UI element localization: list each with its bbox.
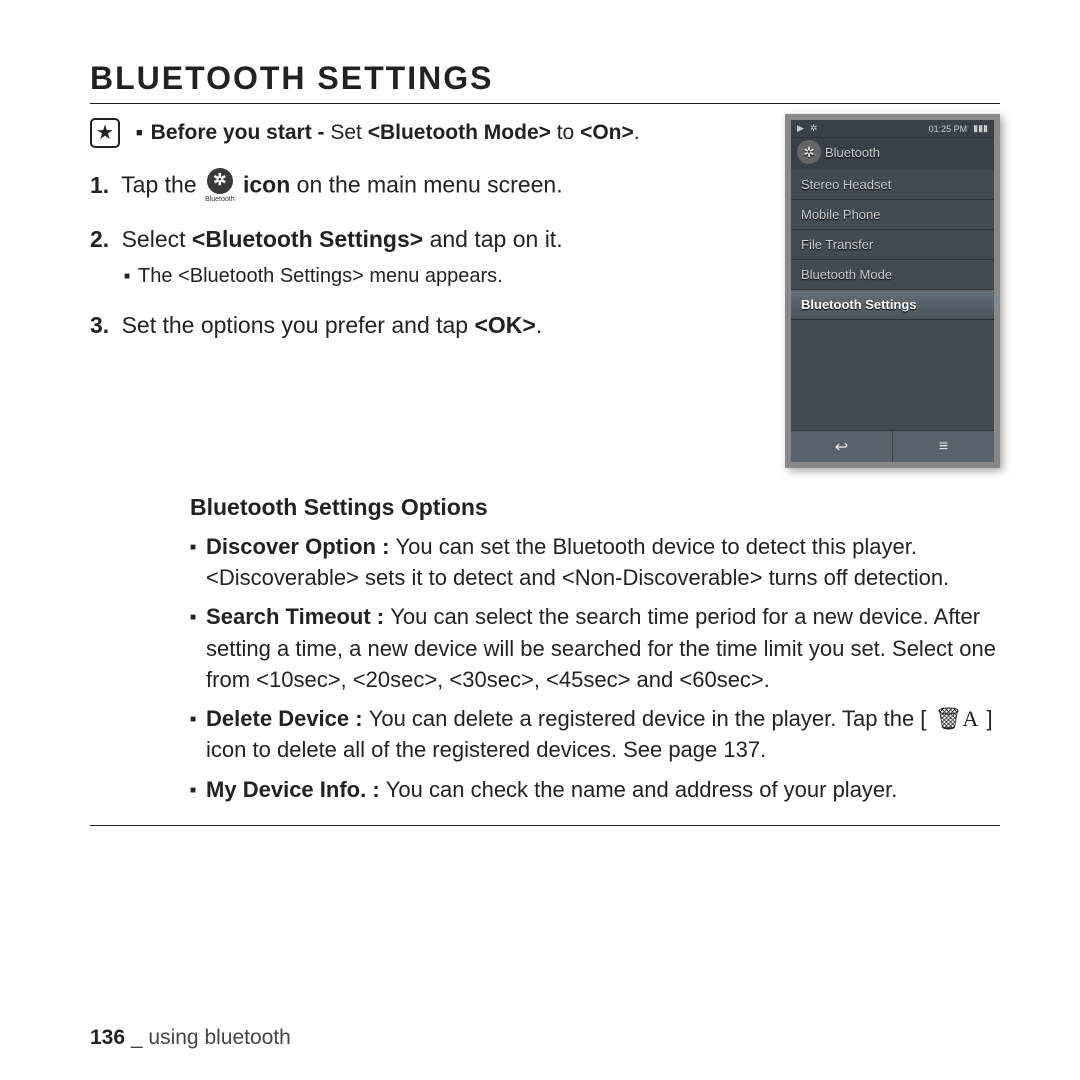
- device-footer: ↩ ≡: [791, 430, 994, 462]
- bluetooth-status-icon: ✲: [810, 123, 818, 134]
- play-icon: ▶: [797, 123, 804, 134]
- page-footer: 136 _ using bluetooth: [90, 1026, 291, 1050]
- page-title: BLUETOOTH SETTINGS: [90, 60, 1000, 104]
- options-section: Bluetooth Settings Options ■Discover Opt…: [90, 494, 1000, 826]
- status-time: 01:25 PM: [929, 124, 968, 134]
- device-menu-list: Stereo HeadsetMobile PhoneFile TransferB…: [791, 170, 994, 320]
- device-status-bar: ▶ ✲ 01:25 PM ▮▮▮: [791, 120, 994, 138]
- device-menu-item[interactable]: Mobile Phone: [791, 200, 994, 230]
- device-menu-item[interactable]: Bluetooth Mode: [791, 260, 994, 290]
- page-number: 136: [90, 1026, 125, 1049]
- steps-list: 1. Tap the ✲ Bluetooth icon on the main …: [90, 168, 775, 343]
- option-item: ■My Device Info. : You can check the nam…: [190, 774, 1000, 805]
- step2-sub: The <Bluetooth Settings> menu appears.: [138, 262, 503, 291]
- device-menu-item[interactable]: Bluetooth Settings: [791, 290, 994, 320]
- device-menu-item[interactable]: File Transfer: [791, 230, 994, 260]
- star-icon: ★: [90, 118, 120, 148]
- device-menu-item[interactable]: Stereo Headset: [791, 170, 994, 200]
- section-name: using bluetooth: [148, 1026, 290, 1049]
- device-screenshot: ▶ ✲ 01:25 PM ▮▮▮ ✲ Bluetooth Stereo Head…: [785, 114, 1000, 468]
- options-title: Bluetooth Settings Options: [190, 494, 1000, 521]
- option-item: ■Search Timeout : You can select the sea…: [190, 601, 1000, 695]
- before-you-start: ★ ■Before you start - Set <Bluetooth Mod…: [90, 118, 775, 148]
- bluetooth-header-icon: ✲: [797, 140, 821, 164]
- option-item: ■Delete Device : You can delete a regist…: [190, 703, 1000, 765]
- battery-icon: ▮▮▮: [973, 123, 988, 134]
- device-header: ✲ Bluetooth: [791, 138, 994, 170]
- back-button[interactable]: ↩: [791, 431, 893, 462]
- before-label: Before you start -: [151, 121, 331, 144]
- bluetooth-app-icon: ✲ Bluetooth: [205, 168, 235, 205]
- option-item: ■Discover Option : You can set the Bluet…: [190, 531, 1000, 593]
- menu-button[interactable]: ≡: [893, 431, 994, 462]
- delete-all-icon: 🗑A: [933, 703, 981, 734]
